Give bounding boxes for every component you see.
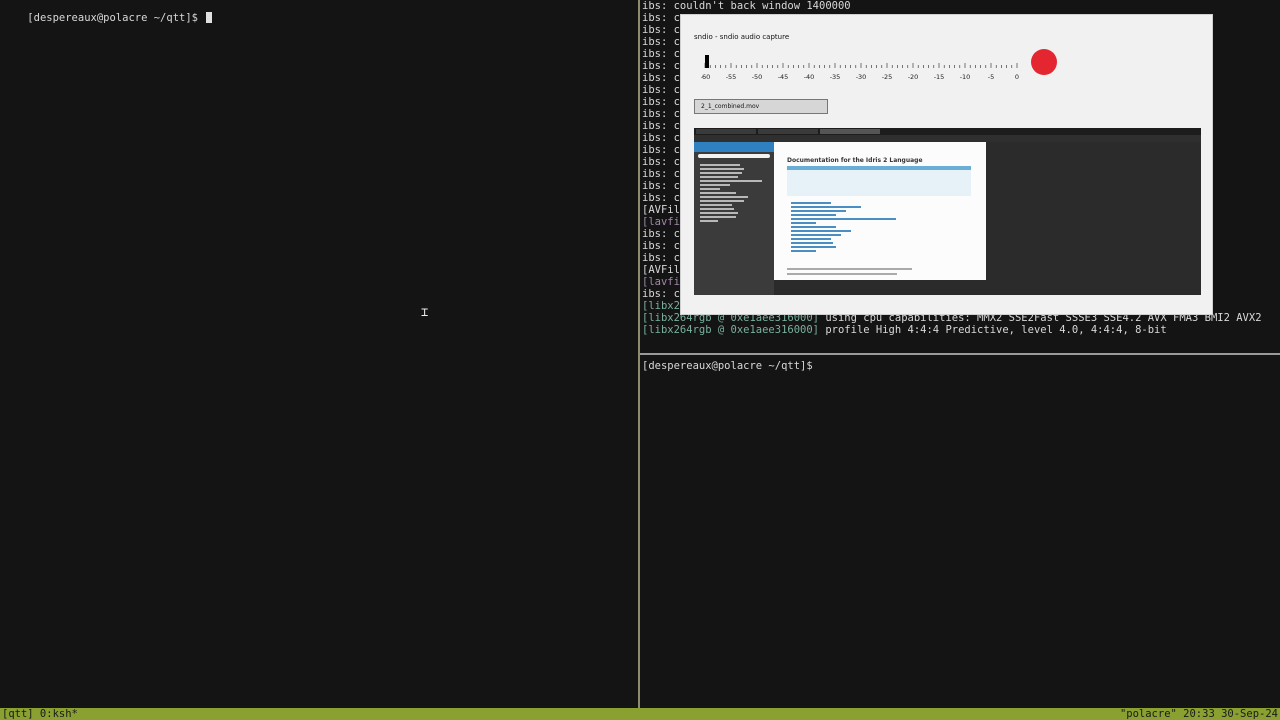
video-preview: Documentation for the Idris 2 Language (694, 128, 1201, 295)
meter-tick-label: -35 (830, 73, 841, 81)
meter-tick-label: -60 (701, 73, 710, 81)
session-window-label[interactable]: [qtt] 0:ksh* (2, 708, 78, 720)
meter-ticks: -60-55-50-45-40-35-30-25-20-15-10-50 (701, 63, 1019, 81)
meter-tick-label: -40 (804, 73, 815, 81)
meter-tick-label: -50 (752, 73, 763, 81)
log-line: ibs: c (642, 36, 680, 48)
meter-tick-label: -30 (856, 73, 867, 81)
preview-sidebar-header (694, 142, 774, 152)
preview-tab (758, 129, 818, 134)
log-line: [lavfi (642, 276, 680, 288)
log-line: ibs: c (642, 108, 680, 120)
meter-tick-label: -20 (908, 73, 919, 81)
preview-empty-area (986, 142, 1201, 295)
log-line: [AVFil (642, 264, 680, 276)
log-line: ibs: c (642, 156, 680, 168)
log-line: [AVFil (642, 204, 680, 216)
preview-sidebar (694, 142, 774, 295)
log-line-profile: [libx264rgb @ 0xe1aee316000] profile Hig… (642, 324, 1167, 336)
level-meter: -60-55-50-45-40-35-30-25-20-15-10-50 (701, 55, 1019, 81)
tmux-status-bar: [qtt] 0:ksh* "polacre" 20:33 30-Sep-24 (0, 708, 1280, 720)
log-line: ibs: c (642, 48, 680, 60)
log-line: ibs: c (642, 24, 680, 36)
filename-field[interactable]: 2_1_combined.mov (694, 99, 828, 114)
host-clock-label: "polacre" 20:33 30-Sep-24 (1119, 708, 1278, 720)
record-button[interactable] (1031, 49, 1057, 75)
libx264-tag: [libx264rgb @ 0xe1aee316000] (642, 324, 820, 336)
text-cursor (206, 12, 213, 23)
profile-text: profile High 4:4:4 Predictive, level 4.0… (819, 324, 1167, 336)
log-line: ibs: c (642, 60, 680, 72)
log-line: ibs: c (642, 84, 680, 96)
terminal-pane-right-bottom[interactable]: [despereaux@polacre ~/qtt]$ (640, 355, 1280, 708)
meter-tick-label: 0 (1015, 73, 1019, 81)
preview-browser-tabbar (694, 128, 1201, 135)
log-line: ibs: c (642, 72, 680, 84)
level-indicator (705, 55, 709, 68)
shell-prompt-line: [despereaux@polacre ~/qtt]$ (2, 0, 213, 24)
meter-tick-label: -5 (988, 73, 994, 81)
terminal-pane-left[interactable]: [despereaux@polacre ~/qtt]$ (0, 0, 638, 708)
preview-tab (696, 129, 756, 134)
log-line: ibs: c (642, 252, 680, 264)
log-line: ibs: couldn't back window 1400000 (642, 0, 851, 12)
log-line: ibs: c (642, 180, 680, 192)
shell-prompt: [despereaux@polacre ~/qtt]$ (642, 360, 813, 372)
sndio-capture-window[interactable]: sndio - sndio audio capture -60-55-50-45… (680, 14, 1213, 315)
meter-tick-label: -15 (934, 73, 945, 81)
log-line: ibs: c (642, 240, 680, 252)
log-line: ibs: c (642, 168, 680, 180)
sndio-title: sndio - sndio audio capture (694, 33, 790, 41)
log-line: ibs: c (642, 96, 680, 108)
log-line: ibs: c (642, 144, 680, 156)
meter-tick-label: -10 (960, 73, 971, 81)
preview-tab (820, 129, 880, 134)
log-line: ibs: c (642, 132, 680, 144)
preview-urlbar (694, 135, 1201, 142)
log-line: ibs: c (642, 120, 680, 132)
meter-tick-label: -45 (778, 73, 789, 81)
log-line: ibs: c (642, 228, 680, 240)
meter-tick-label: -25 (882, 73, 893, 81)
mouse-ibeam-cursor-icon: ⌶ (421, 305, 429, 319)
log-line: [libx2 (642, 300, 680, 312)
preview-search-box (698, 154, 770, 158)
preview-document: Documentation for the Idris 2 Language (774, 142, 986, 280)
preview-note-box (787, 166, 971, 196)
log-line: ibs: c (642, 192, 680, 204)
meter-tick-label: -55 (726, 73, 737, 81)
log-line: ibs: c (642, 288, 680, 300)
shell-prompt: [despereaux@polacre ~/qtt]$ (27, 12, 205, 24)
preview-doc-title: Documentation for the Idris 2 Language (787, 157, 923, 164)
log-line: [lavfi (642, 216, 680, 228)
